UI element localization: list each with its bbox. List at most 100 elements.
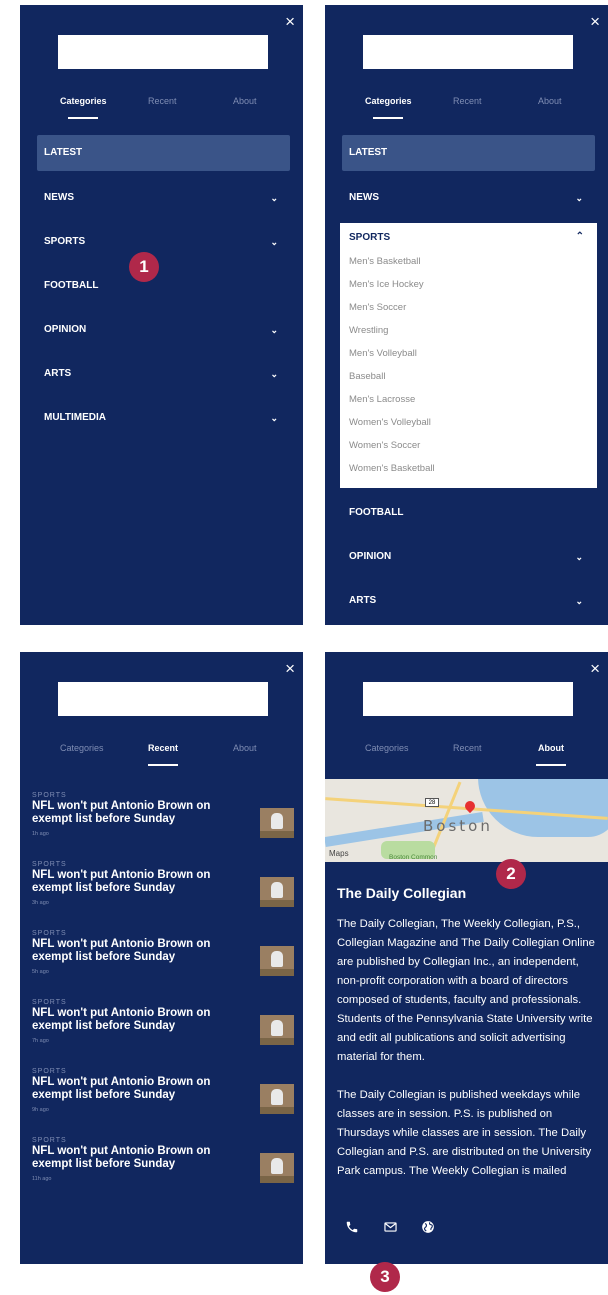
tab-bar: Categories Recent About (20, 96, 303, 126)
article-headline[interactable]: NFL won't put Antonio Brown on exempt li… (32, 1076, 232, 1102)
menu-panel-categories: × Categories Recent About LATEST NEWS ⌄ S… (20, 5, 303, 625)
logo-placeholder (58, 682, 268, 716)
article-headline[interactable]: NFL won't put Antonio Brown on exempt li… (32, 938, 232, 964)
nav-item-opinion[interactable]: OPINION ⌄ (342, 538, 595, 582)
nav-item-latest[interactable]: LATEST (37, 135, 290, 171)
article-thumbnail[interactable] (260, 1153, 294, 1183)
article-headline[interactable]: NFL won't put Antonio Brown on exempt li… (32, 869, 232, 895)
nav-item-arts[interactable]: ARTS ⌄ (37, 355, 290, 399)
close-icon[interactable]: × (285, 660, 295, 677)
tab-about[interactable]: About (233, 743, 257, 753)
list-item[interactable]: SPORTS NFL won't put Antonio Brown on ex… (32, 1137, 297, 1206)
nav-item-arts[interactable]: ARTS ⌄ (342, 582, 595, 625)
subcategory-item[interactable]: Men's Lacrosse (349, 392, 588, 415)
nav-item-sports[interactable]: SPORTS ⌃ (349, 231, 588, 254)
nav-item-sports[interactable]: SPORTS ⌄ (37, 223, 290, 267)
about-paragraph: The Daily Collegian, The Weekly Collegia… (337, 918, 595, 1063)
tab-categories[interactable]: Categories (365, 96, 412, 119)
tab-recent[interactable]: Recent (453, 96, 482, 106)
nav-item-football[interactable]: FOOTBALL (37, 267, 290, 311)
phone-icon[interactable] (345, 1220, 365, 1240)
about-description: The Daily Collegian, The Weekly Collegia… (337, 915, 599, 1205)
route-shield: 28 (425, 798, 439, 807)
subcategory-item[interactable]: Women's Basketball (349, 461, 588, 484)
sports-dropdown: SPORTS ⌃ Men's Basketball Men's Ice Hocke… (340, 223, 597, 488)
article-headline[interactable]: NFL won't put Antonio Brown on exempt li… (32, 1145, 232, 1171)
article-headline[interactable]: NFL won't put Antonio Brown on exempt li… (32, 1007, 232, 1033)
nav-item-label: NEWS (349, 192, 379, 203)
tab-about[interactable]: About (233, 96, 257, 106)
subcategory-item[interactable]: Men's Soccer (349, 300, 588, 323)
article-age: 9h ago (32, 1107, 49, 1113)
logo-placeholder (58, 35, 268, 69)
callout-marker-2: 2 (496, 859, 526, 889)
nav-item-latest[interactable]: LATEST (342, 135, 595, 171)
article-thumbnail[interactable] (260, 808, 294, 838)
nav-item-news[interactable]: NEWS ⌄ (342, 179, 595, 223)
logo-placeholder (363, 35, 573, 69)
article-category: SPORTS (32, 1068, 67, 1075)
chevron-up-icon: ⌃ (575, 231, 584, 242)
subcategory-item[interactable]: Women's Volleyball (349, 415, 588, 438)
list-item[interactable]: SPORTS NFL won't put Antonio Brown on ex… (32, 1068, 297, 1137)
menu-panel-sports-expanded: × Categories Recent About LATEST NEWS ⌄ S… (325, 5, 608, 625)
chevron-down-icon: ⌄ (270, 413, 278, 423)
tab-recent[interactable]: Recent (453, 743, 482, 753)
tab-recent[interactable]: Recent (148, 743, 179, 766)
subcategory-item[interactable]: Men's Basketball (349, 254, 588, 277)
list-item[interactable]: SPORTS NFL won't put Antonio Brown on ex… (32, 861, 297, 930)
tab-bar: Categories Recent About (325, 743, 608, 773)
article-category: SPORTS (32, 792, 67, 799)
map-pin-icon (462, 798, 478, 814)
nav-item-football[interactable]: FOOTBALL (342, 494, 595, 538)
nav-item-label: OPINION (349, 551, 392, 562)
tab-recent[interactable]: Recent (148, 96, 177, 106)
subcategory-item[interactable]: Baseball (349, 369, 588, 392)
nav-item-news[interactable]: NEWS ⌄ (37, 179, 290, 223)
tab-about[interactable]: About (536, 743, 566, 766)
subcategory-item[interactable]: Men's Volleyball (349, 346, 588, 369)
nav-item-label: SPORTS (44, 236, 86, 247)
tab-categories[interactable]: Categories (365, 743, 409, 753)
list-item[interactable]: SPORTS NFL won't put Antonio Brown on ex… (32, 792, 297, 861)
chevron-down-icon: ⌄ (270, 237, 278, 247)
tab-about[interactable]: About (538, 96, 562, 106)
tab-categories[interactable]: Categories (60, 743, 104, 753)
list-item[interactable]: SPORTS NFL won't put Antonio Brown on ex… (32, 999, 297, 1068)
article-thumbnail[interactable] (260, 946, 294, 976)
chevron-down-icon: ⌄ (575, 193, 583, 203)
location-map[interactable]: 28 Boston Maps Boston Common (325, 779, 608, 862)
maps-brand-label: Maps (329, 849, 349, 858)
about-paragraph: The Daily Collegian is published weekday… (337, 1089, 592, 1177)
nav-item-multimedia[interactable]: MULTIMEDIA ⌄ (37, 399, 290, 443)
list-item[interactable]: SPORTS NFL won't put Antonio Brown on ex… (32, 930, 297, 999)
subcategory-item[interactable]: Men's Ice Hockey (349, 277, 588, 300)
article-thumbnail[interactable] (260, 877, 294, 907)
close-icon[interactable]: × (285, 13, 295, 30)
globe-icon[interactable] (421, 1220, 441, 1240)
article-thumbnail[interactable] (260, 1084, 294, 1114)
subcategory-item[interactable]: Wrestling (349, 323, 588, 346)
chevron-down-icon: ⌄ (270, 325, 278, 335)
nav-item-label: NEWS (44, 192, 74, 203)
article-age: 1h ago (32, 831, 49, 837)
mail-icon[interactable] (383, 1220, 403, 1240)
nav-item-label: OPINION (44, 324, 87, 335)
article-thumbnail[interactable] (260, 1015, 294, 1045)
close-icon[interactable]: × (590, 13, 600, 30)
callout-marker-1: 1 (129, 252, 159, 282)
menu-panel-recent: × Categories Recent About SPORTS NFL won… (20, 652, 303, 1264)
tab-bar: Categories Recent About (20, 743, 303, 773)
category-list: LATEST NEWS ⌄ SPORTS ⌄ FOOTBALL OPINION ⌄ A… (37, 135, 290, 443)
article-headline[interactable]: NFL won't put Antonio Brown on exempt li… (32, 800, 232, 826)
article-category: SPORTS (32, 861, 67, 868)
nav-item-label: FOOTBALL (44, 280, 99, 291)
close-icon[interactable]: × (590, 660, 600, 677)
about-title: The Daily Collegian (337, 885, 467, 901)
article-age: 7h ago (32, 1038, 49, 1044)
map-city-label: Boston (423, 817, 493, 835)
subcategory-item[interactable]: Women's Soccer (349, 438, 588, 461)
nav-item-opinion[interactable]: OPINION ⌄ (37, 311, 290, 355)
chevron-down-icon: ⌄ (575, 552, 583, 562)
tab-categories[interactable]: Categories (60, 96, 107, 119)
